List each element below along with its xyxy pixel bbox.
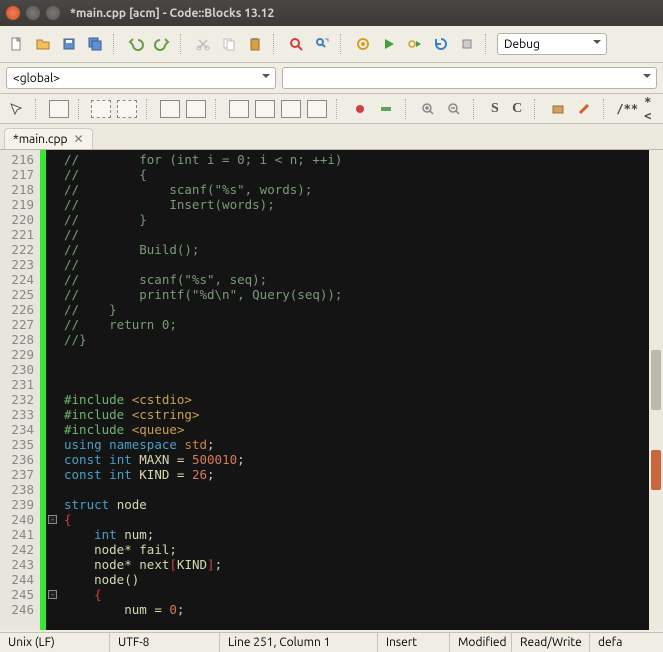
open-file-button[interactable] bbox=[32, 33, 54, 55]
zoom-out-button[interactable] bbox=[444, 98, 464, 120]
status-modified: Modified bbox=[450, 633, 512, 652]
status-eol[interactable]: Unix (LF) bbox=[0, 633, 110, 652]
window-maximize-button[interactable] bbox=[46, 6, 60, 20]
new-file-button[interactable] bbox=[6, 33, 28, 55]
box-tool-8[interactable] bbox=[281, 100, 301, 118]
box-tool-4[interactable] bbox=[160, 100, 180, 118]
c-button[interactable]: C bbox=[509, 101, 525, 117]
cut-button[interactable] bbox=[192, 33, 214, 55]
build-target-combo[interactable]: Debug bbox=[497, 33, 607, 55]
box-tool-6[interactable] bbox=[229, 100, 249, 118]
misc-tool-1[interactable] bbox=[548, 98, 568, 120]
status-extra: defa bbox=[590, 633, 663, 652]
status-bar: Unix (LF) UTF-8 Line 251, Column 1 Inser… bbox=[0, 632, 663, 652]
status-encoding[interactable]: UTF-8 bbox=[110, 633, 220, 652]
editor-vscrollbar[interactable] bbox=[649, 150, 663, 630]
title-bar: *main.cpp [acm] - Code::Blocks 13.12 bbox=[0, 0, 663, 26]
block-comment-button[interactable]: /** bbox=[616, 102, 638, 116]
bookmark-button[interactable] bbox=[376, 98, 396, 120]
build-target-label: Debug bbox=[504, 38, 540, 51]
file-tab[interactable]: *main.cpp ✕ bbox=[4, 128, 93, 149]
scope-left-combo[interactable]: <global> bbox=[6, 67, 276, 89]
box-tool-2[interactable] bbox=[91, 100, 111, 118]
break-toggle-button[interactable] bbox=[350, 98, 370, 120]
window-minimize-button[interactable] bbox=[26, 6, 40, 20]
save-button[interactable] bbox=[58, 33, 80, 55]
build-run-button[interactable] bbox=[404, 33, 426, 55]
s-button[interactable]: S bbox=[487, 101, 503, 117]
redo-button[interactable] bbox=[151, 33, 173, 55]
close-tab-icon[interactable]: ✕ bbox=[74, 132, 84, 146]
undo-button[interactable] bbox=[125, 33, 147, 55]
secondary-toolbar: S C /** *< bbox=[0, 94, 663, 124]
line-comment-button[interactable]: *< bbox=[644, 95, 657, 123]
copy-button[interactable] bbox=[218, 33, 240, 55]
build-button[interactable] bbox=[352, 33, 374, 55]
status-cursor: Line 251, Column 1 bbox=[220, 633, 378, 652]
code-editor[interactable]: 2162172182192202212222232242252262272282… bbox=[0, 150, 663, 630]
file-tab-label: *main.cpp bbox=[13, 133, 68, 146]
line-number-gutter: 2162172182192202212222232242252262272282… bbox=[0, 150, 40, 630]
find-button[interactable] bbox=[285, 33, 307, 55]
box-tool-3[interactable] bbox=[117, 100, 137, 118]
scope-toolbar: <global> bbox=[0, 63, 663, 94]
window-title: *main.cpp [acm] - Code::Blocks 13.12 bbox=[70, 7, 274, 20]
box-tool-7[interactable] bbox=[255, 100, 275, 118]
save-all-button[interactable] bbox=[84, 33, 106, 55]
paste-button[interactable] bbox=[244, 33, 266, 55]
run-button[interactable] bbox=[378, 33, 400, 55]
status-insert-mode[interactable]: Insert bbox=[378, 633, 450, 652]
replace-button[interactable] bbox=[311, 33, 333, 55]
zoom-in-button[interactable] bbox=[418, 98, 438, 120]
fold-gutter[interactable]: -- bbox=[46, 150, 60, 630]
status-readwrite: Read/Write bbox=[512, 633, 590, 652]
rebuild-button[interactable] bbox=[430, 33, 452, 55]
select-tool-button[interactable] bbox=[6, 98, 26, 120]
editor-tab-bar: *main.cpp ✕ bbox=[0, 124, 663, 150]
misc-tool-2[interactable] bbox=[574, 98, 594, 120]
box-tool-1[interactable] bbox=[49, 100, 69, 118]
code-content[interactable]: // for (int i = 0; i < n; ++i) // { // s… bbox=[60, 150, 663, 630]
scope-left-label: <global> bbox=[13, 72, 60, 85]
box-tool-5[interactable] bbox=[186, 100, 206, 118]
window-close-button[interactable] bbox=[6, 6, 20, 20]
main-toolbar: Debug bbox=[0, 26, 663, 63]
abort-button[interactable] bbox=[456, 33, 478, 55]
scope-right-combo[interactable] bbox=[282, 67, 657, 89]
box-tool-9[interactable] bbox=[307, 100, 327, 118]
